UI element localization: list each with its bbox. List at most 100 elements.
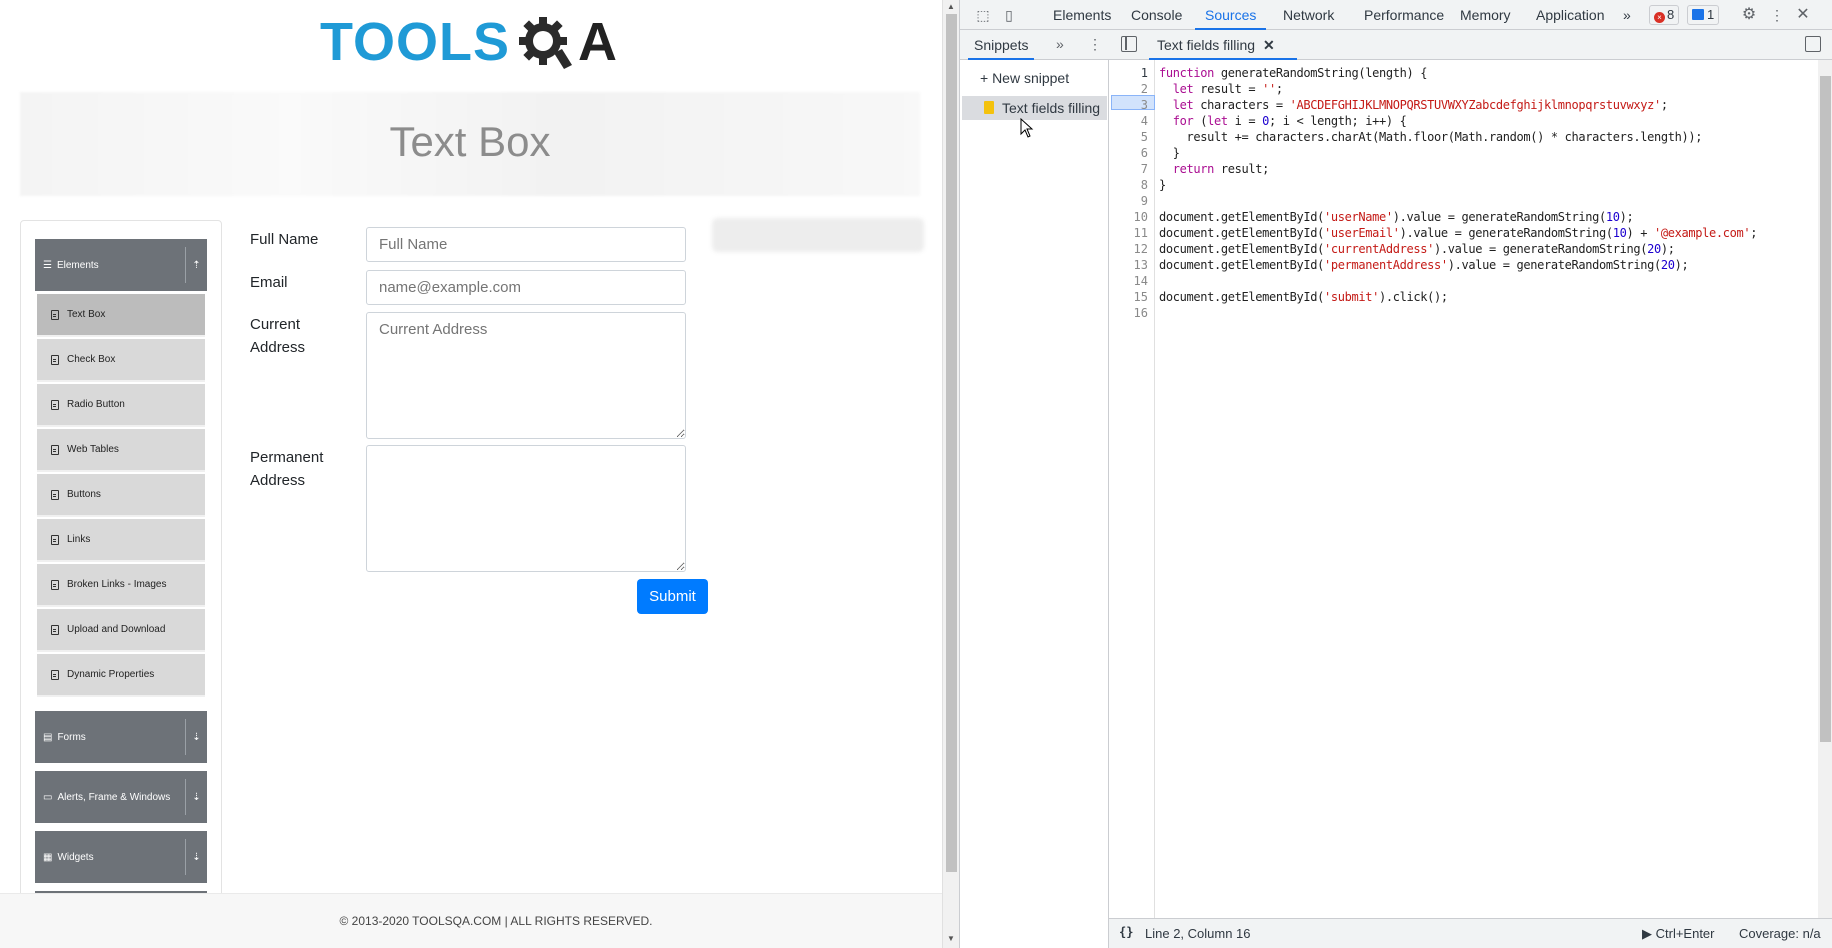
current-address-textarea[interactable]: [366, 312, 686, 439]
permanent-address-textarea[interactable]: [366, 445, 686, 572]
line-number[interactable]: 5: [1141, 129, 1148, 145]
line-number[interactable]: 2: [1141, 81, 1148, 97]
line-number[interactable]: 6: [1141, 145, 1148, 161]
tab-memory[interactable]: Memory: [1460, 0, 1511, 30]
code-line-8: }: [1159, 178, 1166, 192]
sidebar-item-text-box[interactable]: Text Box: [37, 294, 205, 337]
cursor-position: Line 2, Column 16: [1145, 926, 1251, 941]
sidebar: ☰ Elements ⇡ Text Box Check Box Radio Bu…: [20, 220, 222, 901]
scroll-down-icon[interactable]: ▼: [947, 934, 955, 943]
submit-button[interactable]: Submit: [637, 579, 708, 614]
full-name-input[interactable]: [366, 227, 686, 262]
group-elements[interactable]: ☰ Elements ⇡: [35, 239, 207, 291]
group-alerts-frame-windows[interactable]: ▭ Alerts, Frame & Windows ⇣: [35, 771, 207, 823]
editor-scrollbar[interactable]: [1818, 60, 1832, 918]
tab-console[interactable]: Console: [1131, 0, 1182, 30]
code-line-3: let characters = 'ABCDEFGHIJKLMNOPQRSTUV…: [1172, 98, 1668, 112]
current-address-label-line1: Current: [250, 316, 301, 333]
tab-performance[interactable]: Performance: [1364, 0, 1444, 30]
collapse-icon[interactable]: ⇡: [185, 247, 207, 283]
sidebar-item-label: Broken Links - Images: [67, 579, 167, 590]
line-number[interactable]: 4: [1141, 113, 1148, 129]
line-number[interactable]: 3: [1141, 97, 1148, 113]
document-icon: [51, 489, 59, 500]
line-number[interactable]: 1: [1141, 65, 1148, 81]
tab-application[interactable]: Application: [1536, 0, 1605, 30]
close-icon[interactable]: ✕: [1794, 6, 1812, 24]
editor-tabbar: Text fields filling ✕: [1109, 30, 1832, 60]
run-snippet-button[interactable]: ▶ Ctrl+Enter: [1642, 926, 1715, 942]
sidebar-item-label: Radio Button: [67, 399, 125, 410]
inspect-element-icon[interactable]: ⬚: [974, 6, 992, 24]
document-icon: [51, 444, 59, 455]
message-badge[interactable]: 1: [1687, 5, 1720, 25]
email-label: Email: [250, 274, 288, 291]
more-tabs-icon[interactable]: »: [1623, 0, 1631, 30]
editor-scrollbar-thumb[interactable]: [1820, 76, 1831, 742]
kebab-menu-icon[interactable]: ⋮: [1768, 6, 1786, 24]
permanent-address-label: Permanent Address: [250, 446, 323, 492]
code-line-10: document.getElementById('userName').valu…: [1159, 210, 1634, 224]
devtools-tabbar: ⬚ ▯ Elements Console Sources Network Per…: [960, 0, 1832, 30]
sidebar-item-check-box[interactable]: Check Box: [37, 339, 205, 382]
list-icon: ☰: [43, 259, 52, 271]
sidebar-item-dynamic-properties[interactable]: Dynamic Properties: [37, 654, 205, 697]
settings-gear-icon[interactable]: ⚙: [1740, 6, 1758, 24]
permanent-address-label-line2: Address: [250, 472, 306, 489]
sidebar-item-web-tables[interactable]: Web Tables: [37, 429, 205, 472]
line-number[interactable]: 9: [1141, 193, 1148, 209]
line-number[interactable]: 11: [1134, 225, 1148, 241]
navigator-tabbar: Snippets » ⋮: [960, 30, 1109, 60]
screen: TOOLS A Text Box ☰ Elements ⇡ Text Box C…: [0, 0, 1832, 948]
current-line-highlight: [1111, 95, 1155, 110]
line-number[interactable]: 15: [1134, 289, 1148, 305]
error-badge[interactable]: × 8: [1649, 5, 1680, 25]
line-number[interactable]: 7: [1141, 161, 1148, 177]
toolsqa-logo[interactable]: TOOLS A: [320, 14, 617, 70]
more-navigator-tabs-icon[interactable]: »: [1056, 36, 1064, 52]
sidebar-item-upload-download[interactable]: Upload and Download: [37, 609, 205, 652]
expand-icon[interactable]: ⇣: [185, 719, 207, 755]
group-forms[interactable]: ▤ Forms ⇣: [35, 711, 207, 763]
sidebar-item-links[interactable]: Links: [37, 519, 205, 562]
form-icon: ▤: [43, 731, 53, 743]
coverage-status: Coverage: n/a: [1739, 926, 1821, 941]
code-line-12: document.getElementById('currentAddress'…: [1159, 242, 1675, 256]
page-scrollbar[interactable]: ▲ ▼: [942, 0, 959, 948]
expand-icon[interactable]: ⇣: [185, 839, 207, 875]
scroll-up-icon[interactable]: ▲: [947, 2, 955, 11]
line-number[interactable]: 14: [1134, 273, 1148, 289]
tab-snippets[interactable]: Snippets: [967, 30, 1036, 60]
line-number[interactable]: 16: [1134, 305, 1148, 321]
sidebar-item-label: Upload and Download: [67, 624, 166, 635]
new-snippet-button[interactable]: + New snippet: [980, 70, 1069, 86]
close-tab-icon[interactable]: ✕: [1263, 37, 1275, 53]
scrollbar-thumb[interactable]: [946, 14, 957, 872]
line-number[interactable]: 8: [1141, 177, 1148, 193]
tab-elements[interactable]: Elements: [1053, 0, 1111, 30]
sidebar-item-radio-button[interactable]: Radio Button: [37, 384, 205, 427]
line-number[interactable]: 13: [1134, 257, 1148, 273]
email-input[interactable]: [366, 270, 686, 305]
sidebar-item-buttons[interactable]: Buttons: [37, 474, 205, 517]
snippet-item-text-fields-filling[interactable]: Text fields filling: [962, 96, 1107, 120]
footer-text: © 2013-2020 TOOLSQA.COM | ALL RIGHTS RES…: [339, 914, 653, 928]
device-toolbar-icon[interactable]: ▯: [1000, 6, 1018, 24]
pretty-print-icon[interactable]: {}: [1119, 925, 1133, 939]
toggle-debugger-icon[interactable]: [1805, 36, 1821, 52]
toggle-navigator-icon[interactable]: [1121, 36, 1137, 52]
message-count: 1: [1707, 7, 1715, 22]
sidebar-item-broken-links[interactable]: Broken Links - Images: [37, 564, 205, 607]
tab-network[interactable]: Network: [1283, 0, 1334, 30]
line-number[interactable]: 10: [1134, 209, 1148, 225]
expand-icon[interactable]: ⇣: [185, 779, 207, 815]
document-icon: [51, 354, 59, 365]
code-content[interactable]: function generateRandomString(length) { …: [1159, 65, 1819, 321]
navigator-menu-icon[interactable]: ⋮: [1088, 36, 1102, 53]
editor-file-tab[interactable]: Text fields filling ✕: [1149, 30, 1297, 60]
group-widgets[interactable]: ▦ Widgets ⇣: [35, 831, 207, 883]
code-line-1: function generateRandomString(length) {: [1159, 66, 1428, 80]
line-number[interactable]: 12: [1134, 241, 1148, 257]
tab-sources[interactable]: Sources: [1194, 0, 1267, 30]
